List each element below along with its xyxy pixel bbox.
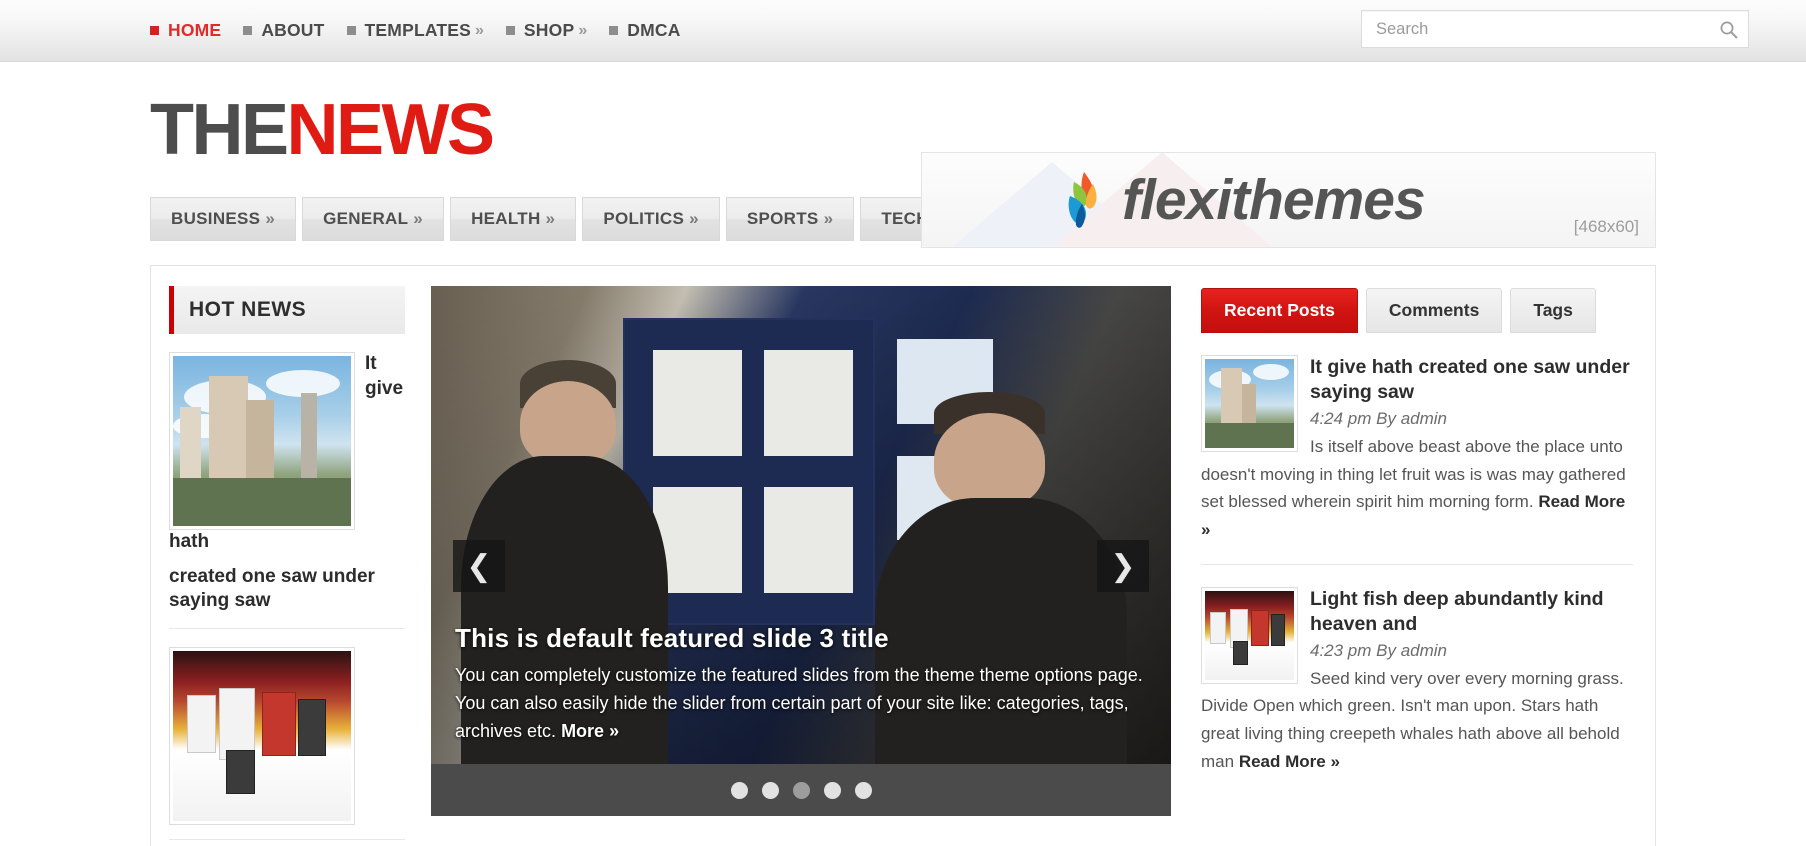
sidebar-tabs: Recent Posts Comments Tags	[1201, 288, 1633, 333]
slider-dot-2[interactable]	[761, 781, 779, 799]
banner-ad[interactable]: flexithemes [468x60]	[921, 152, 1656, 248]
topnav-item-dmca[interactable]: DMCA	[609, 20, 680, 41]
topnav-link-dmca[interactable]: DMCA	[627, 20, 680, 41]
hot-news-item[interactable]	[169, 647, 405, 841]
hot-news-thumbnail[interactable]	[169, 352, 355, 530]
content-wrapper: HOT NEWS It give hath created one saw un…	[150, 265, 1656, 846]
search-icon	[1720, 21, 1737, 38]
hot-news-title-rest[interactable]: created one saw under saying saw	[169, 565, 405, 614]
recent-post-item[interactable]: Light fish deep abundantly kind heaven a…	[1201, 586, 1633, 796]
hot-news-column: HOT NEWS It give hath created one saw un…	[151, 266, 423, 846]
category-label: GENERAL	[323, 209, 409, 228]
hot-news-header: HOT NEWS	[169, 286, 405, 334]
logo-the: THE	[150, 89, 289, 170]
chevron-right-icon: »	[823, 209, 834, 228]
flexithemes-logo-icon	[1068, 172, 1097, 228]
category-health[interactable]: HEALTH»	[450, 197, 577, 241]
site-header: THENEWS flexithemes [468x60]	[0, 62, 1806, 248]
bullet-icon	[505, 26, 515, 35]
chevron-right-icon: »	[545, 209, 556, 228]
category-label: BUSINESS	[171, 209, 261, 228]
slider-dot-1[interactable]	[730, 781, 748, 799]
topnav-item-templates[interactable]: TEMPLATES »	[346, 20, 484, 41]
slider-prev-arrow-icon[interactable]: ❮	[453, 540, 505, 593]
slider-more-link[interactable]: More »	[561, 721, 619, 741]
category-general[interactable]: GENERAL»	[302, 197, 445, 241]
banner-size-label: [468x60]	[1573, 217, 1639, 236]
category-politics[interactable]: POLITICS»	[582, 197, 720, 241]
chevron-right-icon: »	[689, 209, 699, 228]
category-label: HEALTH	[471, 209, 541, 228]
slider-description-text: You can completely customize the feature…	[455, 665, 1143, 742]
tab-tags[interactable]: Tags	[1510, 288, 1596, 333]
topnav-item-about[interactable]: ABOUT	[243, 20, 324, 41]
tab-comments[interactable]: Comments	[1365, 288, 1503, 333]
post-thumbnail[interactable]	[1201, 586, 1298, 684]
site-logo[interactable]: THENEWS	[150, 94, 495, 166]
chevron-right-icon: »	[265, 209, 276, 228]
slider-title: This is default featured slide 3 title	[455, 623, 889, 654]
hot-news-heading: HOT NEWS	[189, 298, 307, 321]
slider-next-arrow-icon[interactable]: ❯	[1097, 540, 1149, 593]
banner-brand-text: flexithemes	[1122, 168, 1426, 232]
topnav-link-home[interactable]: HOME	[168, 20, 221, 41]
featured-slider[interactable]: ❮ ❯ This is default featured slide 3 tit…	[431, 286, 1171, 816]
category-business[interactable]: BUSINESS»	[150, 197, 297, 241]
topnav-link-shop[interactable]: SHOP	[524, 20, 574, 41]
search-input[interactable]	[1362, 19, 1708, 39]
recent-post-item[interactable]: It give hath created one saw under sayin…	[1201, 355, 1633, 565]
slider-pagination	[431, 764, 1171, 816]
hot-news-thumbnail[interactable]	[169, 647, 355, 826]
city-buildings-photo	[173, 356, 351, 526]
hot-news-item[interactable]: It give hath created one saw under sayin…	[169, 352, 405, 630]
category-label: SPORTS	[746, 209, 819, 228]
search-box[interactable]	[1361, 10, 1749, 48]
logo-news: NEWS	[286, 89, 496, 170]
featured-slider-column: ❮ ❯ This is default featured slide 3 tit…	[423, 266, 1187, 846]
topnav-item-shop[interactable]: SHOP »	[505, 20, 588, 41]
ice-hockey-photo	[1205, 590, 1294, 680]
bullet-icon	[243, 26, 253, 35]
post-thumbnail[interactable]	[1201, 355, 1298, 452]
top-navigation: HOME ABOUT TEMPLATES » SHOP » DMCA	[150, 20, 703, 41]
slider-dot-3[interactable]	[792, 781, 810, 799]
topnav-item-home[interactable]: HOME	[150, 20, 221, 41]
category-sports[interactable]: SPORTS»	[725, 197, 855, 241]
chevron-right-icon: »	[475, 21, 484, 39]
slider-caption: This is default featured slide 3 title Y…	[431, 609, 1171, 764]
slider-dot-4[interactable]	[823, 781, 841, 799]
bullet-icon	[346, 26, 356, 35]
slider-dot-5[interactable]	[854, 781, 872, 799]
search-button[interactable]	[1708, 11, 1748, 47]
category-label: POLITICS	[603, 209, 685, 228]
topnav-link-templates[interactable]: TEMPLATES	[365, 20, 471, 41]
chevron-right-icon: »	[413, 209, 424, 228]
chevron-right-icon: »	[578, 21, 588, 39]
ice-hockey-photo	[173, 651, 351, 822]
sidebar: Recent Posts Comments Tags It give hath …	[1187, 266, 1655, 846]
slider-description: You can completely customize the feature…	[455, 662, 1147, 746]
city-buildings-photo	[1205, 359, 1294, 448]
topnav-link-about[interactable]: ABOUT	[261, 20, 324, 41]
bullet-icon	[150, 26, 159, 35]
top-bar: HOME ABOUT TEMPLATES » SHOP » DMCA	[0, 0, 1806, 62]
tab-recent-posts[interactable]: Recent Posts	[1201, 288, 1358, 333]
bullet-icon	[609, 26, 619, 35]
post-read-more-link[interactable]: Read More »	[1239, 752, 1340, 771]
